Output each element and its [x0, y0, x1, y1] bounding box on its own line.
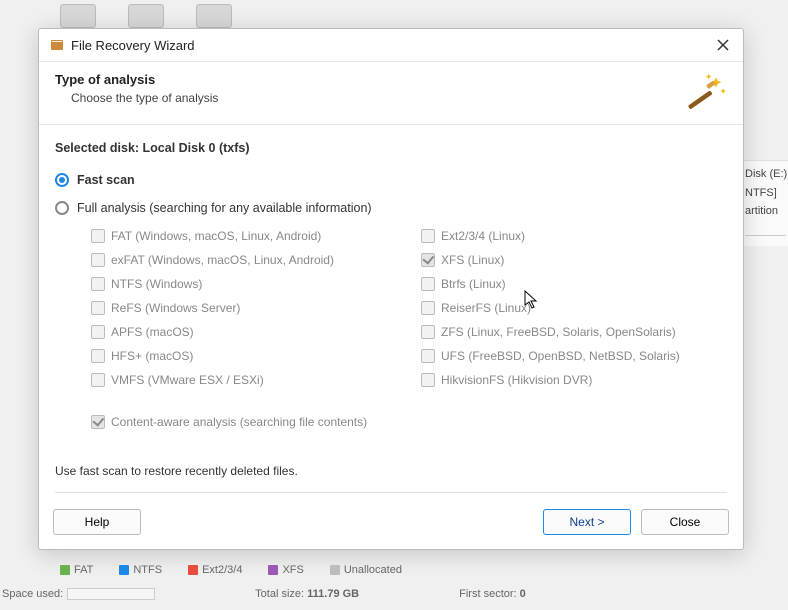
background-stats: Space used: Total size: 111.79 GB First …: [0, 588, 788, 600]
checkbox-icon: [421, 349, 435, 363]
full-analysis-label: Full analysis (searching for any availab…: [77, 201, 372, 215]
fs-label: APFS (macOS): [111, 325, 194, 339]
fast-scan-radio[interactable]: Fast scan: [55, 173, 727, 187]
app-icon: [49, 37, 65, 53]
fs-label: Btrfs (Linux): [441, 277, 506, 291]
total-size-label: Total size:: [255, 588, 304, 600]
fs-label: ZFS (Linux, FreeBSD, Solaris, OpenSolari…: [441, 325, 676, 339]
checkbox-icon: [91, 277, 105, 291]
header-subtitle: Choose the type of analysis: [71, 91, 218, 105]
background-disk-icons: [60, 4, 232, 28]
content-aware-label: Content-aware analysis (searching file c…: [111, 415, 367, 429]
fs-check-zfs[interactable]: ZFS (Linux, FreeBSD, Solaris, OpenSolari…: [421, 325, 727, 339]
checkbox-icon: [91, 229, 105, 243]
dialog-content: Selected disk: Local Disk 0 (txfs) Fast …: [39, 125, 743, 509]
fs-label: ReFS (Windows Server): [111, 301, 240, 315]
background-right-panel: Disk (E:) NTFS] artition: [740, 160, 788, 246]
fs-check-xfs[interactable]: XFS (Linux): [421, 253, 727, 267]
checkbox-checked-icon: [421, 253, 435, 267]
first-sector-label: First sector:: [459, 588, 516, 600]
fs-label: ReiserFS (Linux): [441, 301, 531, 315]
separator: [55, 492, 727, 493]
dialog-header: Type of analysis Choose the type of anal…: [39, 62, 743, 125]
fs-check-hikvisionfs[interactable]: HikvisionFS (Hikvision DVR): [421, 373, 727, 387]
radio-checked-icon: [55, 173, 69, 187]
checkbox-icon: [421, 325, 435, 339]
fs-check-refs[interactable]: ReFS (Windows Server): [91, 301, 397, 315]
fs-label: HFS+ (macOS): [111, 349, 193, 363]
close-button[interactable]: Close: [641, 509, 729, 535]
checkbox-icon: [421, 373, 435, 387]
filesystem-checklist: FAT (Windows, macOS, Linux, Android) exF…: [91, 229, 727, 387]
progress-bar: [67, 588, 155, 600]
fs-check-ntfs[interactable]: NTFS (Windows): [91, 277, 397, 291]
radio-empty-icon: [55, 201, 69, 215]
close-icon[interactable]: [713, 35, 733, 55]
first-sector-value: 0: [520, 588, 526, 600]
file-recovery-wizard-dialog: File Recovery Wizard Type of analysis Ch…: [38, 28, 744, 550]
checkbox-icon: [91, 373, 105, 387]
fs-check-vmfs[interactable]: VMFS (VMware ESX / ESXi): [91, 373, 397, 387]
checkbox-icon: [91, 325, 105, 339]
checkbox-icon: [421, 277, 435, 291]
fs-label: VMFS (VMware ESX / ESXi): [111, 373, 264, 387]
fs-check-reiserfs[interactable]: ReiserFS (Linux): [421, 301, 727, 315]
checkbox-icon: [91, 253, 105, 267]
selected-disk-label: Selected disk: Local Disk 0 (txfs): [55, 141, 727, 155]
header-title: Type of analysis: [55, 72, 218, 87]
checkbox-icon: [421, 229, 435, 243]
fs-label: XFS (Linux): [441, 253, 504, 267]
fs-check-ufs[interactable]: UFS (FreeBSD, OpenBSD, NetBSD, Solaris): [421, 349, 727, 363]
fs-check-ext[interactable]: Ext2/3/4 (Linux): [421, 229, 727, 243]
full-analysis-radio[interactable]: Full analysis (searching for any availab…: [55, 201, 727, 215]
fs-check-exfat[interactable]: exFAT (Windows, macOS, Linux, Android): [91, 253, 397, 267]
fast-scan-label: Fast scan: [77, 173, 135, 187]
fs-label: NTFS (Windows): [111, 277, 202, 291]
fs-label: HikvisionFS (Hikvision DVR): [441, 373, 592, 387]
fs-label: Ext2/3/4 (Linux): [441, 229, 525, 243]
background-legend: FAT NTFS Ext2/3/4 XFS Unallocated: [14, 564, 402, 576]
total-size-value: 111.79 GB: [307, 588, 359, 600]
fs-check-hfsplus[interactable]: HFS+ (macOS): [91, 349, 397, 363]
checkbox-icon: [421, 301, 435, 315]
content-aware-checkbox[interactable]: Content-aware analysis (searching file c…: [91, 415, 727, 429]
dialog-buttons: Help Next > Close: [39, 509, 743, 549]
checkbox-icon: [91, 301, 105, 315]
fs-check-fat[interactable]: FAT (Windows, macOS, Linux, Android): [91, 229, 397, 243]
checkbox-checked-icon: [91, 415, 105, 429]
next-button[interactable]: Next >: [543, 509, 631, 535]
dialog-title: File Recovery Wizard: [71, 38, 195, 53]
fs-label: exFAT (Windows, macOS, Linux, Android): [111, 253, 334, 267]
help-button[interactable]: Help: [53, 509, 141, 535]
footer-note: Use fast scan to restore recently delete…: [55, 464, 727, 478]
checkbox-icon: [91, 349, 105, 363]
space-used-label: Space used:: [2, 588, 63, 600]
fs-check-apfs[interactable]: APFS (macOS): [91, 325, 397, 339]
fs-check-btrfs[interactable]: Btrfs (Linux): [421, 277, 727, 291]
fs-label: FAT (Windows, macOS, Linux, Android): [111, 229, 321, 243]
titlebar: File Recovery Wizard: [39, 29, 743, 62]
fs-label: UFS (FreeBSD, OpenBSD, NetBSD, Solaris): [441, 349, 680, 363]
wand-icon: [683, 72, 727, 112]
